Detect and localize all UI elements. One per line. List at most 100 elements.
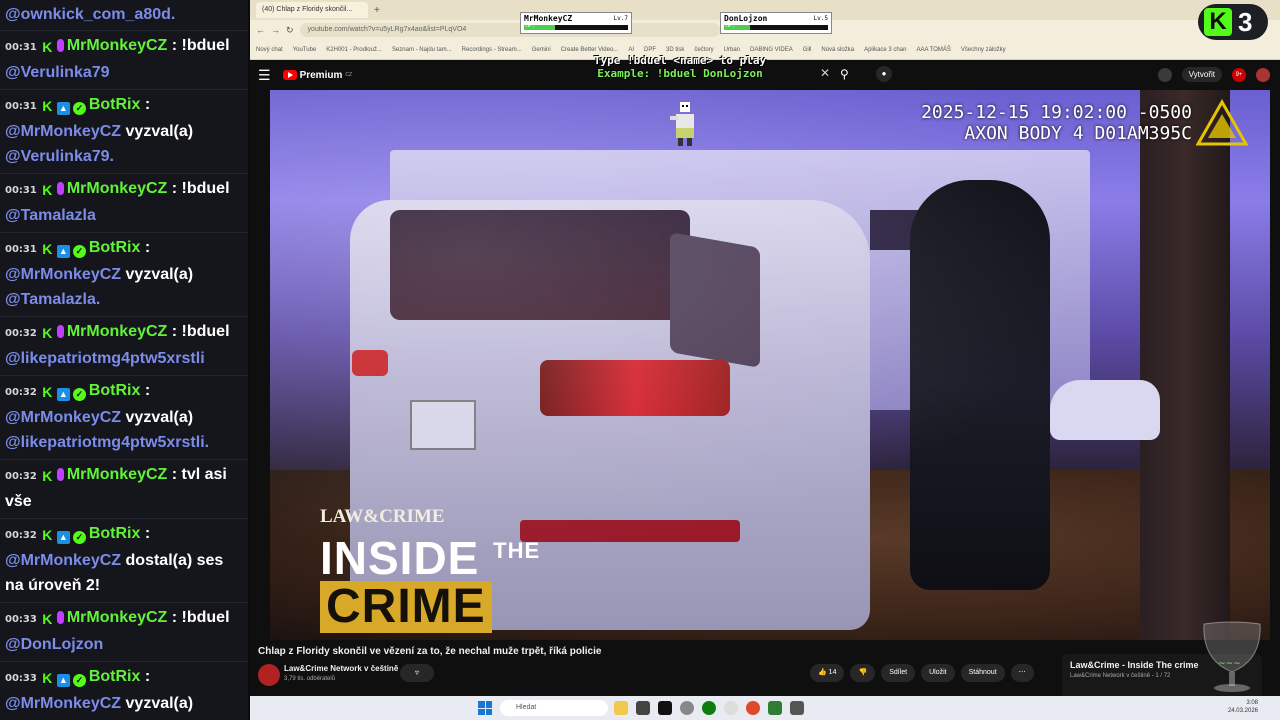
chat-message-list: 00:31 K MrMonkeyCZ : !bduel @Verulinka79 0… <box>0 31 248 720</box>
bookmark-item[interactable]: Gill <box>803 47 812 53</box>
chat-mention: @likepatriotmg4ptw5xrstli <box>5 350 205 367</box>
chat-username[interactable]: MrMonkeyCZ <box>67 466 167 483</box>
clock-date: 24.03.2026 <box>1227 708 1258 714</box>
chat-time: 00:31 <box>5 101 37 112</box>
settings-icon[interactable] <box>680 701 694 715</box>
xbox-icon[interactable] <box>702 701 716 715</box>
bodycam-device: AXON BODY 4 D01AM395C <box>964 123 1192 144</box>
chat-separator: : <box>140 96 151 113</box>
player-2-level: Lv.5 <box>813 15 828 22</box>
chat-username[interactable]: BotRix <box>89 239 141 256</box>
axon-logo-icon <box>1196 98 1248 146</box>
screen: @ownkick_com_a80d. 00:31 K MrMonkeyCZ : !b… <box>0 0 1280 720</box>
cast-icon[interactable] <box>1157 67 1172 82</box>
bot-badge-icon: ▲ <box>56 102 70 115</box>
clock-time: 3:08 <box>1246 700 1258 706</box>
chat-text: !bduel <box>181 323 230 340</box>
bookmark-item[interactable]: čečtory <box>694 47 713 53</box>
windows-start-icon[interactable] <box>478 701 492 715</box>
kick-badge-icon: K <box>42 468 53 484</box>
kick-badge-icon: K <box>42 325 53 341</box>
tool-icon[interactable] <box>790 701 804 715</box>
menu-icon[interactable]: ☰ <box>258 67 271 84</box>
chat-username[interactable]: MrMonkeyCZ <box>67 323 167 340</box>
chat-separator: : <box>140 525 151 542</box>
bookmark-item[interactable]: AI <box>628 47 634 53</box>
search-clear-icon[interactable]: ✕ <box>820 66 830 80</box>
dislike-button[interactable]: 👎 <box>850 664 876 682</box>
file-explorer-icon[interactable] <box>614 701 628 715</box>
chat-text: vyzval(a) <box>125 123 194 140</box>
search-icon[interactable]: ⚲ <box>840 67 849 81</box>
back-icon[interactable]: ← <box>256 25 265 35</box>
chat-username[interactable]: MrMonkeyCZ <box>67 37 167 54</box>
verified-badge-icon: ✓ <box>72 388 86 401</box>
media-icon[interactable] <box>768 701 782 715</box>
bookmark-item[interactable]: Create Better Video... <box>561 47 619 53</box>
tiktok-icon[interactable] <box>658 701 672 715</box>
verified-badge-icon: ✓ <box>72 245 86 258</box>
new-tab-icon[interactable]: + <box>374 5 380 16</box>
chat-mention: @ownkick_com_a80d. <box>5 6 176 23</box>
mic-badge-icon <box>56 39 64 52</box>
mic-badge-icon <box>56 468 64 481</box>
youtube-logo[interactable]: Premium CZ <box>282 70 352 81</box>
store-icon[interactable] <box>636 701 650 715</box>
bookmark-item[interactable]: YouTube <box>293 47 317 53</box>
share-button[interactable]: Sdílet <box>881 664 916 682</box>
chat-username[interactable]: BotRix <box>89 382 141 399</box>
bodycam-timestamp: 2025-12-15 19:02:00 -0500 AXON BODY 4 D0… <box>921 102 1192 144</box>
channel-name[interactable]: Law&Crime Network v češtině <box>284 664 398 673</box>
bot-badge-icon: ▲ <box>56 531 70 544</box>
forward-icon[interactable]: → <box>271 25 280 35</box>
kick-logo: K 3 <box>1198 4 1268 40</box>
chat-username[interactable]: BotRix <box>89 96 141 113</box>
chat-mention: @Verulinka79 <box>5 64 110 81</box>
create-button[interactable]: Vytvořit <box>1181 67 1222 82</box>
verified-badge-icon: ✓ <box>72 102 86 115</box>
bookmark-item[interactable]: Všechny záložky <box>961 47 1006 53</box>
chat-separator: : <box>167 37 182 54</box>
bookmark-item[interactable]: 3D tisk <box>666 47 684 53</box>
bell-icon[interactable]: ▿ <box>400 664 434 682</box>
mic-badge-icon <box>56 611 64 624</box>
chat-username[interactable]: MrMonkeyCZ <box>67 609 167 626</box>
notifications-icon[interactable]: 9+ <box>1232 67 1246 82</box>
chat-username[interactable]: BotRix <box>89 668 141 685</box>
reload-icon[interactable]: ↻ <box>286 25 294 36</box>
chat-message: 00:31 K ▲ ✓ BotRix : @MrMonkeyCZ vyzval(a) @… <box>0 90 248 174</box>
bookmark-item[interactable]: Aplikace 3 chan <box>864 47 906 53</box>
player-1-hp-label: HP: <box>526 23 536 29</box>
download-button[interactable]: Stáhnout <box>960 664 1005 682</box>
bookmark-item[interactable]: Urban <box>724 47 740 53</box>
save-button[interactable]: Uložit <box>921 664 955 682</box>
bookmark-item[interactable]: Seznam - Najdu tam... <box>392 47 452 53</box>
bookmark-item[interactable]: DABING VIDEA <box>750 47 793 53</box>
bookmark-item[interactable]: Gemini <box>532 47 551 53</box>
avatar[interactable] <box>1256 67 1270 82</box>
video-player[interactable]: 2025-12-15 19:02:00 -0500 AXON BODY 4 D0… <box>270 90 1270 640</box>
chat-time: 00:31 <box>5 185 37 196</box>
channel-avatar[interactable] <box>258 664 280 686</box>
chat-username[interactable]: BotRix <box>89 525 141 542</box>
bookmark-item[interactable]: DPF <box>644 47 656 53</box>
chat-username[interactable]: MrMonkeyCZ <box>67 180 167 197</box>
taskbar-clock[interactable]: 3:08 24.03.2026 <box>1228 699 1258 715</box>
bookmark-item[interactable]: Recordings - Stream... <box>462 47 522 53</box>
duel-instructions-line-2: Example: !bduel DonLojzon <box>597 67 763 80</box>
taskbar-search[interactable]: Hledat <box>500 700 608 716</box>
mic-icon[interactable]: ● <box>876 66 892 82</box>
chat-separator: : <box>167 466 182 483</box>
bookmark-item[interactable]: Nový chat <box>256 47 283 53</box>
bookmark-item[interactable]: K2H001 - Prodlouž... <box>326 47 382 53</box>
more-icon[interactable]: ⋯ <box>1010 664 1034 682</box>
law-and-crime-brand: LAW&CRIME INSIDE THE CRIME <box>320 506 540 633</box>
bookmark-item[interactable]: Nová složka <box>821 47 854 53</box>
app-icon[interactable] <box>724 701 738 715</box>
browser-tab[interactable]: (40) Chlap z Floridy skončil... <box>256 2 368 18</box>
like-button[interactable]: 👍 14 <box>810 664 845 682</box>
bookmark-item[interactable]: AAA TOMÁŠ <box>916 47 950 53</box>
chat-time: 00:31 <box>5 244 37 255</box>
browser-icon[interactable] <box>746 701 760 715</box>
url-field[interactable]: youtube.com/watch?v=u5yLRg7x4ao&list=PLq… <box>299 23 720 37</box>
